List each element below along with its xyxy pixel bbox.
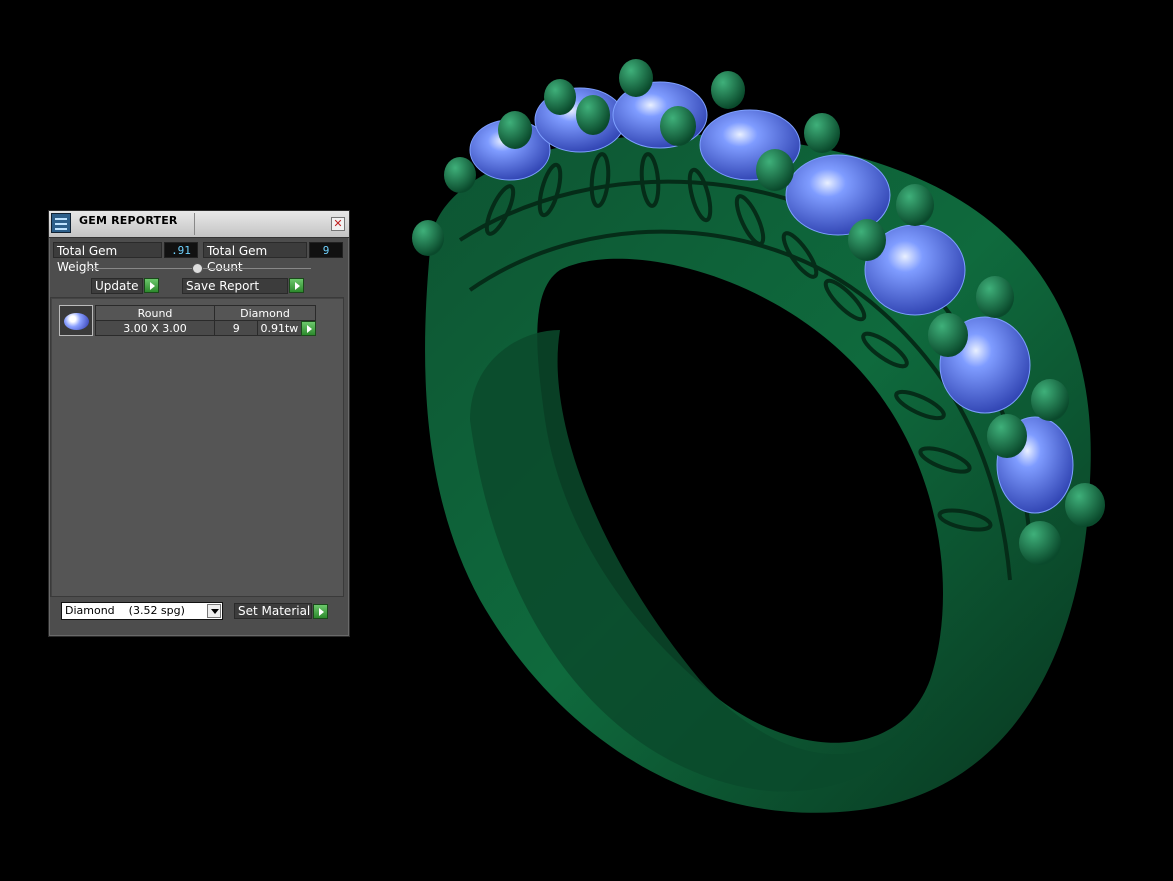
title-bar[interactable]: GEM REPORTER ✕ xyxy=(49,211,349,238)
set-material-label[interactable]: Set Material xyxy=(234,603,312,619)
gem-reporter-panel: GEM REPORTER ✕ Total Gem Weight .91 Tota… xyxy=(48,210,350,637)
total-gem-weight-label: Total Gem Weight xyxy=(53,242,162,274)
gem-size-cell: 3.00 X 3.00 xyxy=(95,320,215,336)
gem-table: Round Diamond 3.00 X 3.00 9 0.91tw xyxy=(95,305,316,336)
update-label[interactable]: Update xyxy=(91,278,143,294)
row-go-button[interactable] xyxy=(301,321,316,336)
set-material-button[interactable] xyxy=(313,604,328,619)
gem-reporter-icon xyxy=(51,213,71,233)
total-gem-count-label: Total Gem Count xyxy=(203,242,307,274)
material-select-value: Diamond (3.52 spg) xyxy=(65,604,185,617)
chevron-down-icon[interactable] xyxy=(207,604,221,618)
save-report-button[interactable] xyxy=(289,278,304,293)
panel-title: GEM REPORTER xyxy=(79,214,178,227)
save-report-label[interactable]: Save Report xyxy=(182,278,288,294)
round-gem-icon[interactable] xyxy=(59,305,93,336)
gem-table-header: Round Diamond xyxy=(95,305,316,321)
close-button[interactable]: ✕ xyxy=(331,217,345,231)
splitter-handle[interactable] xyxy=(192,263,203,274)
material-select[interactable]: Diamond (3.52 spg) xyxy=(61,602,223,620)
table-row[interactable]: 3.00 X 3.00 9 0.91tw xyxy=(95,320,316,336)
title-separator xyxy=(194,213,195,235)
gem-count-cell: 9 xyxy=(213,320,259,336)
update-button[interactable] xyxy=(144,278,159,293)
ring-model[interactable] xyxy=(412,59,1105,813)
gem-shape-header: Round xyxy=(95,305,215,321)
gem-material-header: Diamond xyxy=(214,305,316,321)
total-gem-count-value: 9 xyxy=(309,242,343,258)
total-gem-weight-value: .91 xyxy=(164,242,198,258)
gem-list[interactable]: Round Diamond 3.00 X 3.00 9 0.91tw xyxy=(50,297,344,597)
